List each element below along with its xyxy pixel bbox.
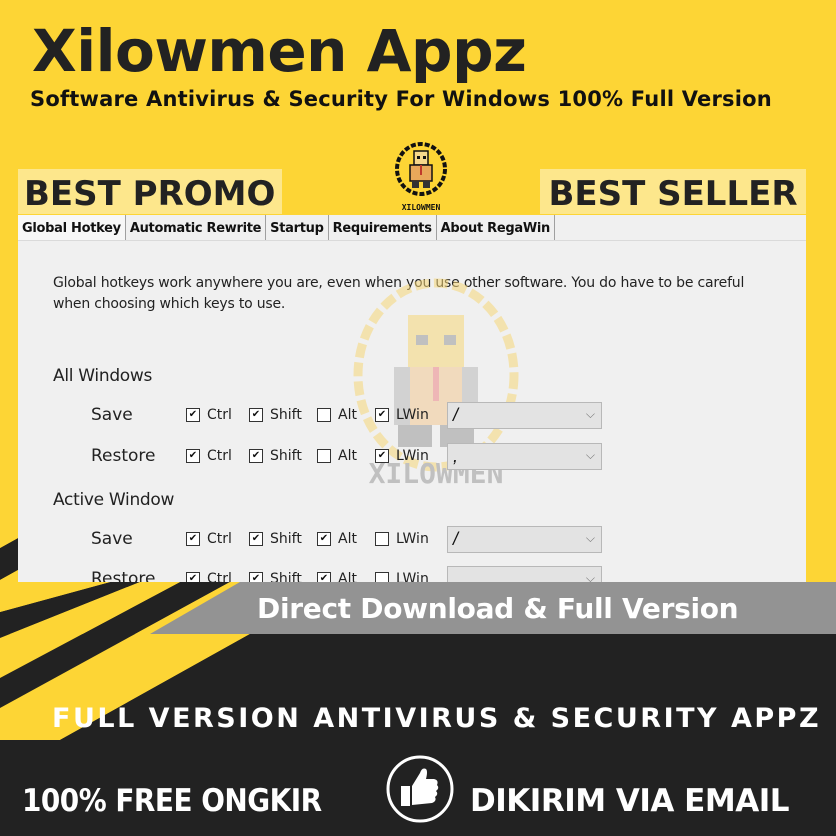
tab-about-regawin[interactable]: About RegaWin	[437, 215, 556, 240]
download-banner-text: Direct Download & Full Version	[257, 592, 739, 625]
dikirim-via-email-text: DIKIRIM VIA EMAIL	[470, 783, 789, 819]
checkbox-checked-icon: ✔	[375, 449, 389, 463]
checkbox-checked-icon: ✔	[186, 408, 200, 422]
chevron-down-icon: ⌵	[585, 531, 595, 545]
all-windows-restore-shift-checkbox[interactable]: ✔ Shift	[249, 448, 302, 464]
all-windows-restore-lwin-checkbox[interactable]: ✔ LWin	[375, 448, 429, 464]
tab-requirements[interactable]: Requirements	[329, 215, 437, 240]
logo-text: XILOWMEN	[402, 203, 441, 212]
all-windows-save-lwin-checkbox[interactable]: ✔ LWin	[375, 407, 429, 423]
checkbox-checked-icon: ✔	[375, 408, 389, 422]
section-active-window: Active Window	[53, 490, 175, 510]
checkbox-checked-icon: ✔	[186, 449, 200, 463]
checkbox-checked-icon: ✔	[249, 408, 263, 422]
thumbs-up-icon	[386, 755, 454, 823]
description-line-2: when choosing which keys to use.	[53, 296, 286, 312]
best-seller-badge: BEST SELLER	[540, 169, 806, 214]
checkbox-unchecked-icon	[317, 408, 331, 422]
description: Global hotkeys work anywhere you are, ev…	[53, 273, 773, 315]
all-windows-save-alt-checkbox[interactable]: Alt	[317, 407, 357, 423]
free-ongkir-text: 100% FREE ONGKIR	[22, 783, 322, 819]
checkbox-unchecked-icon	[317, 449, 331, 463]
chevron-down-icon: ⌵	[585, 407, 595, 421]
all-windows-restore-alt-checkbox[interactable]: Alt	[317, 448, 357, 464]
all-windows-save-shift-checkbox[interactable]: ✔ Shift	[249, 407, 302, 423]
all-windows-save-key-select[interactable]: / ⌵	[447, 402, 602, 429]
banner-edge-decoration	[150, 582, 250, 634]
tab-global-hotkey[interactable]: Global Hotkey	[18, 215, 126, 240]
chevron-down-icon: ⌵	[585, 448, 595, 462]
all-windows-restore-key-select[interactable]: , ⌵	[447, 443, 602, 470]
all-windows-restore-label: Restore	[91, 446, 156, 466]
all-windows-restore-ctrl-checkbox[interactable]: ✔ Ctrl	[186, 448, 232, 464]
description-line-1: Global hotkeys work anywhere you are, ev…	[53, 275, 745, 291]
all-windows-save-label: Save	[91, 405, 133, 425]
xilowmen-logo: XILOWMEN	[392, 142, 450, 214]
tab-bar: Global Hotkey Automatic Rewrite Startup …	[18, 215, 806, 241]
all-windows-save-ctrl-checkbox[interactable]: ✔ Ctrl	[186, 407, 232, 423]
checkbox-checked-icon: ✔	[249, 449, 263, 463]
pixel-man-logo-icon: XILOWMEN	[395, 142, 447, 212]
best-promo-badge: BEST PROMO	[18, 169, 282, 214]
chevron-down-icon: ⌵	[585, 571, 595, 582]
brand-subtitle: Software Antivirus & Security For Window…	[30, 87, 772, 111]
tab-startup[interactable]: Startup	[266, 215, 329, 240]
full-version-text: FULL VERSION ANTIVIRUS & SECURITY APPZ	[52, 703, 822, 734]
brand-title: Xilowmen Appz	[32, 17, 527, 85]
section-all-windows: All Windows	[53, 366, 153, 386]
tab-automatic-rewrite[interactable]: Automatic Rewrite	[126, 215, 267, 240]
